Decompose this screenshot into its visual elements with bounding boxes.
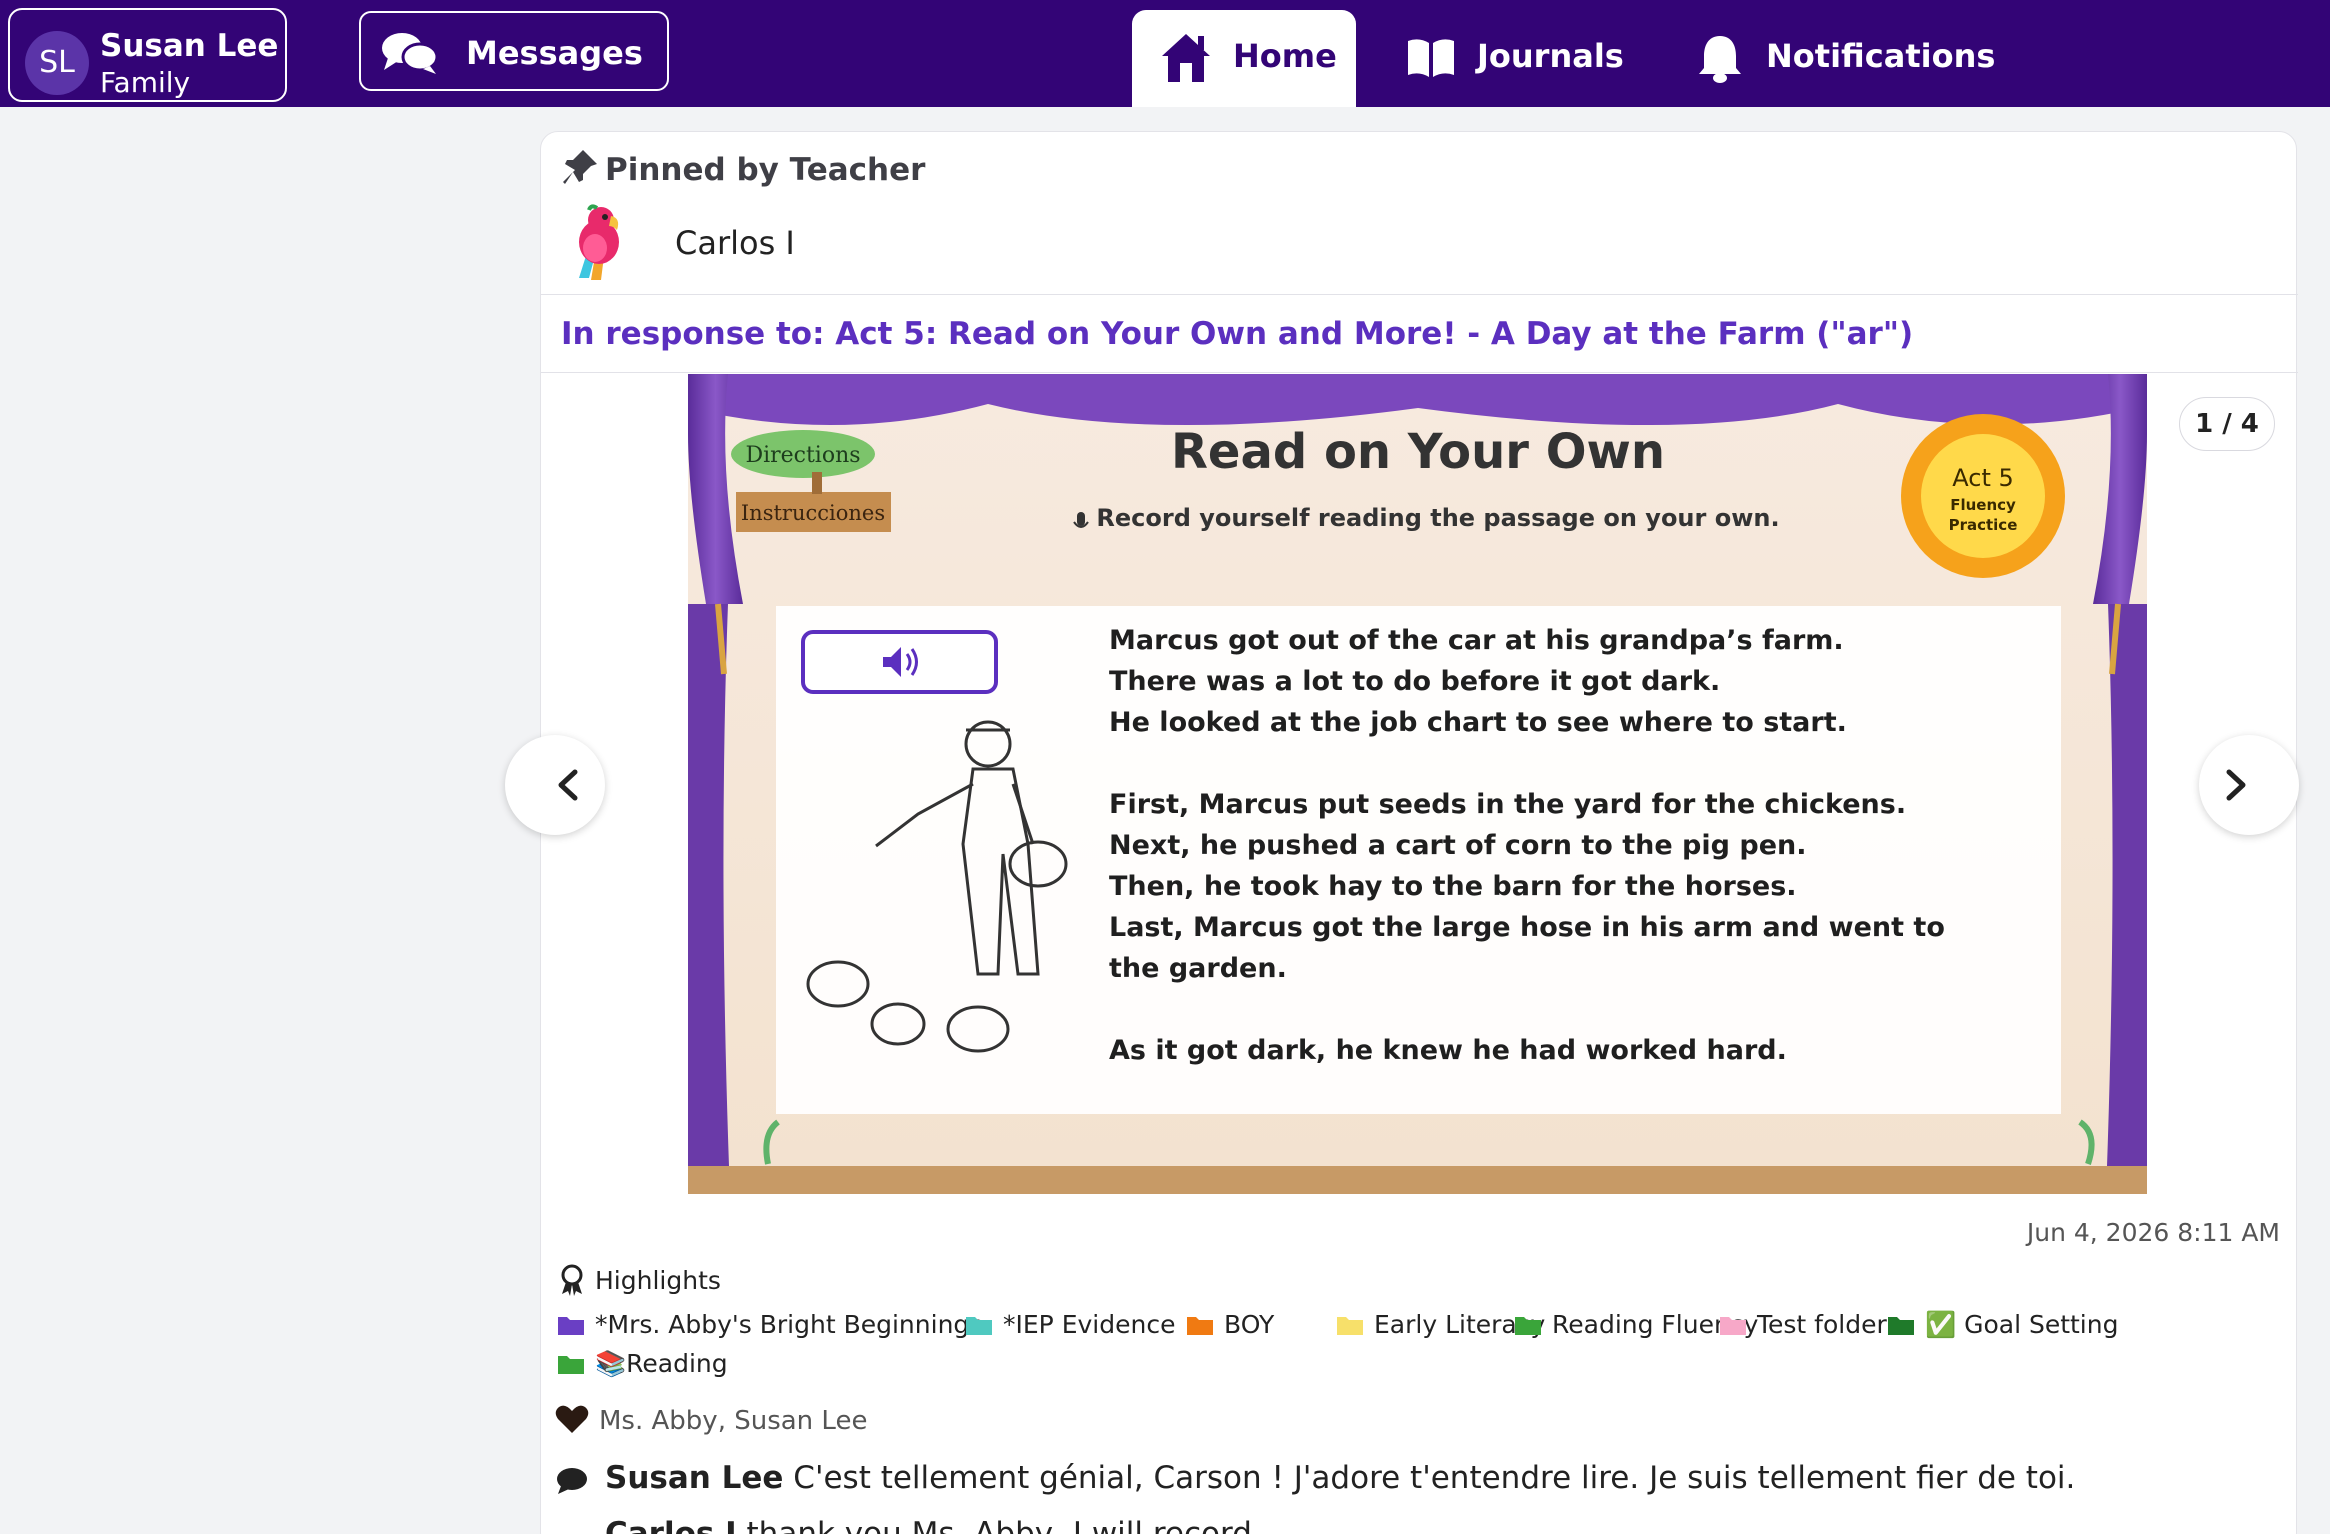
tab-journals[interactable]: Journals [1400, 10, 1640, 107]
tab-home-label: Home [1233, 37, 1337, 75]
folder-icon [1187, 1317, 1213, 1335]
heart-icon[interactable] [555, 1404, 589, 1434]
passage-line: the garden. [1109, 953, 1287, 984]
slide-title: Read on Your Own [1171, 424, 1665, 480]
comment-text: thank you Ms. Abby, I will record [746, 1516, 1252, 1534]
previous-slide-button[interactable] [505, 735, 605, 835]
award-ribbon-icon [561, 1264, 583, 1296]
user-role: Family [100, 66, 191, 99]
comment-text: C'est tellement génial, Carson ! J'adore… [793, 1460, 2076, 1496]
user-menu[interactable]: SL Susan Lee Family [8, 8, 287, 102]
directions-label: Directions [745, 443, 860, 468]
folder-icon [558, 1317, 584, 1335]
stage-illustration: Read on Your Own Record yourself reading… [688, 374, 2147, 1194]
user-name: Susan Lee [100, 28, 279, 64]
comment-bubble-icon [557, 1468, 587, 1494]
comment-author: Carlos I [605, 1516, 737, 1534]
next-slide-button[interactable] [2199, 735, 2299, 835]
post-timestamp: Jun 4, 2026 8:11 AM [2026, 1218, 2280, 1247]
passage-line: Marcus got out of the car at his grandpa… [1109, 625, 1844, 656]
parrot-avatar-icon [579, 204, 619, 280]
pinned-label: Pinned by Teacher [605, 152, 926, 188]
response-to-link[interactable]: In response to: Act 5: Read on Your Own … [561, 316, 1913, 352]
pin-icon [563, 150, 597, 184]
passage-line: He looked at the job chart to see where … [1109, 707, 1847, 738]
tab-journals-label: Journals [1477, 37, 1624, 75]
folder-icon [966, 1317, 992, 1335]
divider [541, 294, 2298, 295]
folder-label: 📚Reading [595, 1349, 728, 1378]
passage-line: Last, Marcus got the large hose in his a… [1109, 912, 1945, 943]
badge-practice: Practice [1949, 516, 2018, 534]
avatar: SL [25, 31, 89, 95]
bell-icon [1699, 36, 1741, 83]
tab-notifications[interactable]: Notifications [1693, 10, 1996, 107]
messages-label: Messages [466, 34, 643, 72]
folder-icon [1337, 1317, 1363, 1335]
open-book-icon [1408, 39, 1454, 77]
folder-label: ✅ Goal Setting [1925, 1310, 2119, 1339]
highlights-label: Highlights [595, 1266, 721, 1295]
folder-icon [1515, 1317, 1541, 1335]
folder-label: BOY [1224, 1310, 1275, 1339]
activity-slide-image: Read on Your Own Record yourself reading… [688, 374, 2147, 1194]
folder-label: *Mrs. Abby's Bright Beginnings [595, 1310, 983, 1339]
instrucciones-label: Instrucciones [741, 501, 885, 525]
top-bar: SL Susan Lee Family Messages Home Journa… [0, 0, 2330, 107]
home-icon [1162, 34, 1210, 82]
passage-line: There was a lot to do before it got dark… [1109, 666, 1720, 697]
comment-author: Susan Lee [605, 1460, 784, 1496]
folder-label: Test folder [1757, 1310, 1887, 1339]
chevron-left-icon [558, 769, 578, 801]
tab-home[interactable]: Home [1132, 10, 1356, 107]
chat-bubbles-icon [382, 33, 439, 74]
author-name: Carlos I [675, 224, 795, 262]
slide-subtitle: Record yourself reading the passage on y… [1096, 504, 1779, 532]
folder-label: *IEP Evidence [1003, 1310, 1176, 1339]
passage-line: As it got dark, he knew he had worked ha… [1109, 1035, 1787, 1066]
chevron-right-icon [2226, 769, 2246, 801]
post-card: Pinned by Teacher Carlos I In response t… [505, 131, 2299, 1534]
badge-act: Act 5 [1952, 464, 2014, 492]
folder-icon [1720, 1317, 1746, 1335]
folder-icon [1888, 1317, 1914, 1335]
passage-line: Then, he took hay to the barn for the ho… [1109, 871, 1797, 902]
slide-counter: 1 / 4 [2179, 397, 2275, 451]
badge-fluency: Fluency [1950, 496, 2016, 514]
likes-list: Ms. Abby, Susan Lee [599, 1406, 868, 1436]
tab-notifications-label: Notifications [1766, 37, 1996, 75]
messages-button[interactable]: Messages [359, 11, 669, 91]
passage-line: Next, he pushed a cart of corn to the pi… [1109, 830, 1806, 861]
folder-icon [558, 1356, 584, 1374]
divider [541, 372, 2298, 373]
passage-line: First, Marcus put seeds in the yard for … [1109, 789, 1906, 820]
